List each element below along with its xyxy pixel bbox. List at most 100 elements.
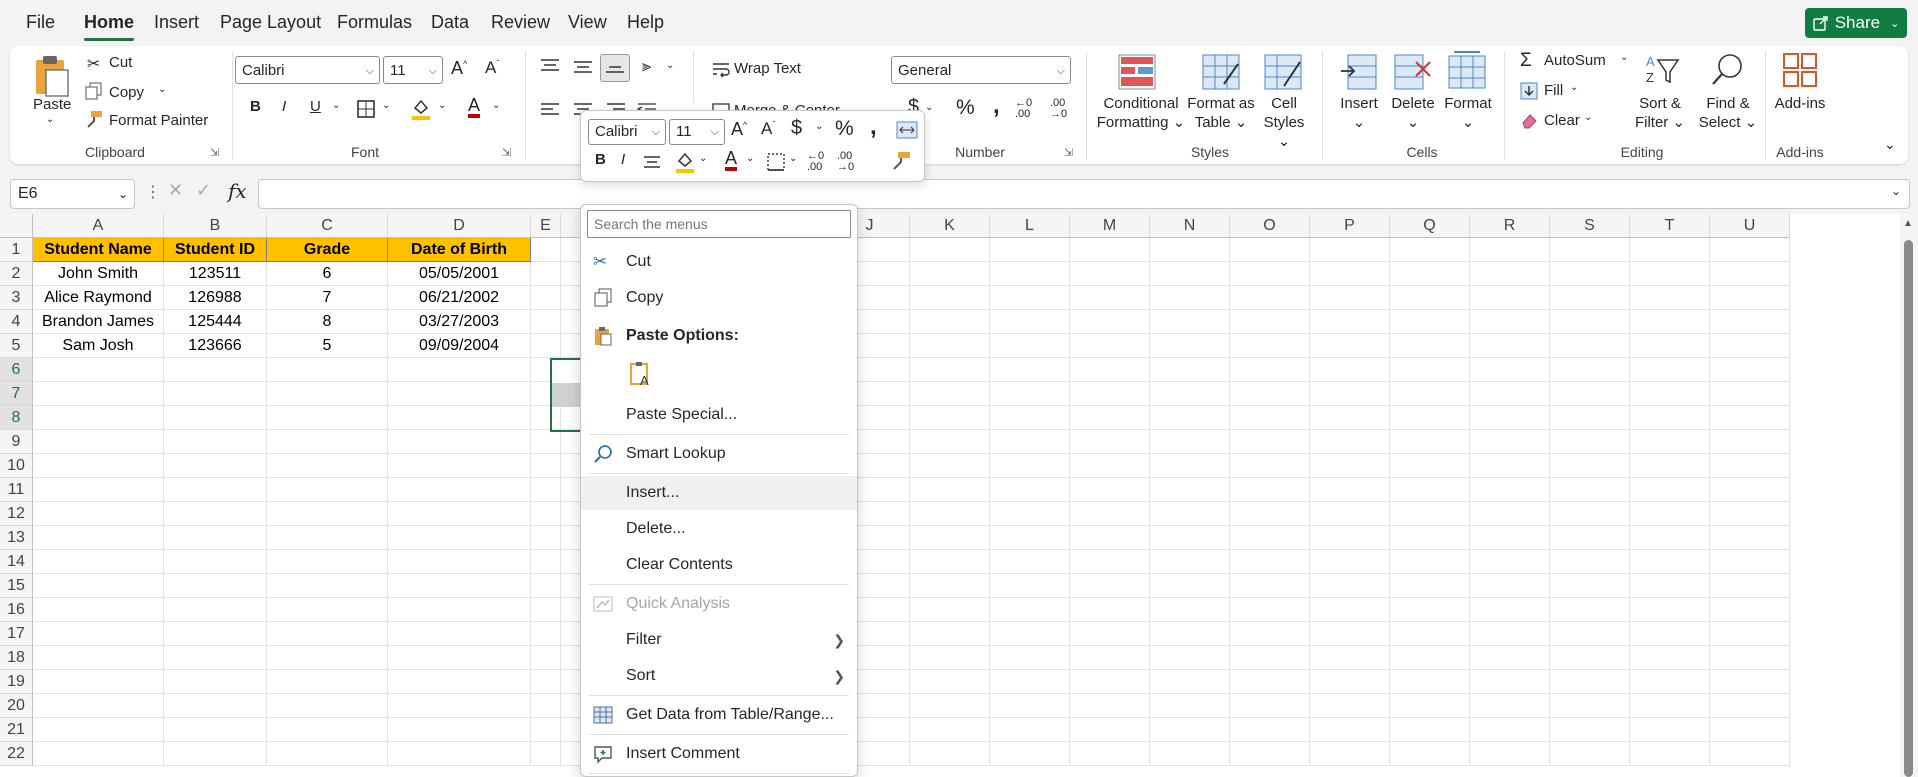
row-header-8[interactable]: 8 bbox=[0, 406, 33, 430]
empty-cell[interactable] bbox=[910, 454, 990, 478]
empty-cell[interactable] bbox=[531, 310, 561, 334]
row-header-10[interactable]: 10 bbox=[0, 454, 33, 478]
scrollbar-thumb[interactable] bbox=[1904, 240, 1913, 777]
autosum-button[interactable]: AutoSum bbox=[1544, 52, 1606, 69]
empty-cell[interactable] bbox=[1230, 718, 1310, 742]
empty-cell[interactable] bbox=[990, 406, 1070, 430]
format-painter-icon[interactable] bbox=[85, 110, 103, 128]
fill-button[interactable]: Fill bbox=[1544, 82, 1563, 99]
format-painter-button[interactable]: Format Painter bbox=[109, 112, 208, 129]
empty-cell[interactable] bbox=[267, 694, 388, 718]
empty-cell[interactable] bbox=[910, 262, 990, 286]
empty-cell[interactable] bbox=[1470, 406, 1550, 430]
eraser-icon[interactable] bbox=[1520, 112, 1538, 130]
empty-cell[interactable] bbox=[33, 406, 164, 430]
bold-icon[interactable]: B bbox=[250, 98, 261, 115]
empty-cell[interactable] bbox=[1710, 262, 1790, 286]
row-header-12[interactable]: 12 bbox=[0, 502, 33, 526]
add-ins-button[interactable]: Add-ins bbox=[1770, 94, 1830, 113]
empty-cell[interactable] bbox=[1470, 622, 1550, 646]
bold-icon[interactable]: B bbox=[595, 151, 606, 168]
chevron-down-icon[interactable]: ⌄ bbox=[789, 153, 797, 164]
column-header-q[interactable]: Q bbox=[1390, 214, 1470, 238]
empty-cell[interactable] bbox=[1150, 598, 1230, 622]
empty-cell[interactable] bbox=[1310, 358, 1390, 382]
empty-cell[interactable] bbox=[910, 382, 990, 406]
empty-cell[interactable] bbox=[1710, 670, 1790, 694]
empty-cell[interactable] bbox=[388, 358, 531, 382]
increase-decimal-icon[interactable]: ←0.00 bbox=[1015, 98, 1032, 120]
empty-cell[interactable] bbox=[1150, 574, 1230, 598]
empty-cell[interactable] bbox=[1230, 310, 1310, 334]
paste-icon[interactable] bbox=[32, 54, 70, 98]
empty-cell[interactable] bbox=[1070, 454, 1150, 478]
empty-cell[interactable] bbox=[1390, 358, 1470, 382]
empty-cell[interactable] bbox=[1550, 742, 1630, 766]
row-header-18[interactable]: 18 bbox=[0, 646, 33, 670]
chevron-down-icon[interactable]: ⌄ bbox=[1620, 52, 1628, 63]
empty-cell[interactable] bbox=[1150, 262, 1230, 286]
empty-cell[interactable] bbox=[990, 694, 1070, 718]
empty-cell[interactable] bbox=[1070, 598, 1150, 622]
table-cell[interactable]: 123666 bbox=[164, 334, 267, 358]
empty-cell[interactable] bbox=[1710, 550, 1790, 574]
empty-cell[interactable] bbox=[1230, 358, 1310, 382]
empty-cell[interactable] bbox=[1710, 622, 1790, 646]
insert-cells-button[interactable]: Insert ⌄ bbox=[1332, 94, 1386, 132]
empty-cell[interactable] bbox=[1630, 310, 1710, 334]
empty-cell[interactable] bbox=[990, 526, 1070, 550]
empty-cell[interactable] bbox=[990, 358, 1070, 382]
menu-item-smart-lookup[interactable]: Smart Lookup bbox=[581, 437, 857, 471]
column-header-r[interactable]: R bbox=[1470, 214, 1550, 238]
empty-cell[interactable] bbox=[1310, 310, 1390, 334]
chevron-down-icon[interactable]: ⌄ bbox=[1891, 184, 1901, 198]
empty-cell[interactable] bbox=[1470, 598, 1550, 622]
empty-cell[interactable] bbox=[1310, 742, 1390, 766]
empty-cell[interactable] bbox=[1550, 550, 1630, 574]
empty-cell[interactable] bbox=[1310, 670, 1390, 694]
copy-icon[interactable] bbox=[85, 82, 103, 100]
paste-button[interactable]: Paste bbox=[33, 96, 71, 113]
empty-cell[interactable] bbox=[1470, 526, 1550, 550]
empty-cell[interactable] bbox=[1550, 502, 1630, 526]
empty-cell[interactable] bbox=[1390, 334, 1470, 358]
empty-cell[interactable] bbox=[910, 526, 990, 550]
empty-cell[interactable] bbox=[1710, 430, 1790, 454]
menu-item-filter[interactable]: Filter ❯ bbox=[581, 623, 857, 657]
empty-cell[interactable] bbox=[990, 286, 1070, 310]
menu-item-copy[interactable]: Copy bbox=[581, 281, 857, 315]
wrap-text-button[interactable]: Wrap Text bbox=[734, 60, 801, 77]
table-cell[interactable]: Brandon James bbox=[33, 310, 164, 334]
empty-cell[interactable] bbox=[1470, 670, 1550, 694]
empty-cell[interactable] bbox=[1550, 262, 1630, 286]
empty-cell[interactable] bbox=[1630, 358, 1710, 382]
empty-cell[interactable] bbox=[1630, 718, 1710, 742]
empty-cell[interactable] bbox=[1630, 622, 1710, 646]
empty-cell[interactable] bbox=[1710, 478, 1790, 502]
table-cell[interactable]: Sam Josh bbox=[33, 334, 164, 358]
chevron-down-icon[interactable]: ⌄ bbox=[925, 102, 933, 113]
empty-cell[interactable] bbox=[1550, 526, 1630, 550]
empty-cell[interactable] bbox=[1390, 646, 1470, 670]
empty-cell[interactable] bbox=[1470, 310, 1550, 334]
empty-cell[interactable] bbox=[990, 262, 1070, 286]
empty-cell[interactable] bbox=[990, 334, 1070, 358]
row-header-16[interactable]: 16 bbox=[0, 598, 33, 622]
empty-cell[interactable] bbox=[1070, 334, 1150, 358]
empty-cell[interactable] bbox=[388, 670, 531, 694]
sigma-icon[interactable]: Σ bbox=[1520, 50, 1532, 72]
empty-cell[interactable] bbox=[990, 718, 1070, 742]
empty-cell[interactable] bbox=[1070, 622, 1150, 646]
empty-cell[interactable] bbox=[33, 430, 164, 454]
empty-cell[interactable] bbox=[1710, 454, 1790, 478]
empty-cell[interactable] bbox=[1470, 238, 1550, 262]
empty-cell[interactable] bbox=[1630, 238, 1710, 262]
column-header-l[interactable]: L bbox=[990, 214, 1070, 238]
italic-icon[interactable]: I bbox=[282, 98, 286, 115]
empty-cell[interactable] bbox=[1550, 718, 1630, 742]
empty-cell[interactable] bbox=[531, 670, 561, 694]
empty-cell[interactable] bbox=[1470, 382, 1550, 406]
row-header-4[interactable]: 4 bbox=[0, 310, 33, 334]
chevron-down-icon[interactable]: ⌄ bbox=[158, 84, 166, 95]
empty-cell[interactable] bbox=[388, 718, 531, 742]
